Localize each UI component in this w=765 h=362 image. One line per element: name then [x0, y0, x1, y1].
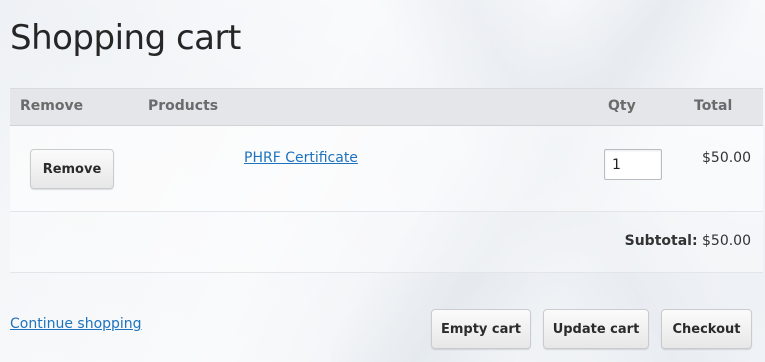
product-link[interactable]: PHRF Certificate — [244, 150, 358, 166]
column-header-products: Products — [148, 98, 219, 114]
column-header-remove: Remove — [20, 98, 84, 114]
table-row: Remove PHRF Certificate $50.00 — [10, 126, 763, 212]
checkout-button[interactable]: Checkout — [661, 309, 752, 349]
subtotal-value: $50.00 — [702, 233, 751, 249]
shopping-cart-page: Shopping cart Remove Products Qty Total … — [0, 0, 765, 362]
subtotal-label: Subtotal: — [624, 233, 698, 249]
cart-table: Remove Products Qty Total Remove PHRF Ce… — [10, 88, 763, 273]
empty-cart-button[interactable]: Empty cart — [431, 309, 531, 349]
remove-item-button[interactable]: Remove — [30, 149, 114, 189]
page-title: Shopping cart — [10, 18, 241, 58]
quantity-input[interactable] — [604, 149, 662, 180]
column-header-total: Total — [694, 98, 733, 114]
update-cart-button[interactable]: Update cart — [543, 309, 649, 349]
subtotal: Subtotal: $50.00 — [625, 233, 751, 249]
line-total: $50.00 — [702, 150, 751, 166]
table-header: Remove Products Qty Total — [10, 88, 763, 126]
subtotal-row: Subtotal: $50.00 — [10, 212, 763, 273]
column-header-qty: Qty — [608, 98, 636, 114]
continue-shopping-link[interactable]: Continue shopping — [10, 316, 142, 332]
